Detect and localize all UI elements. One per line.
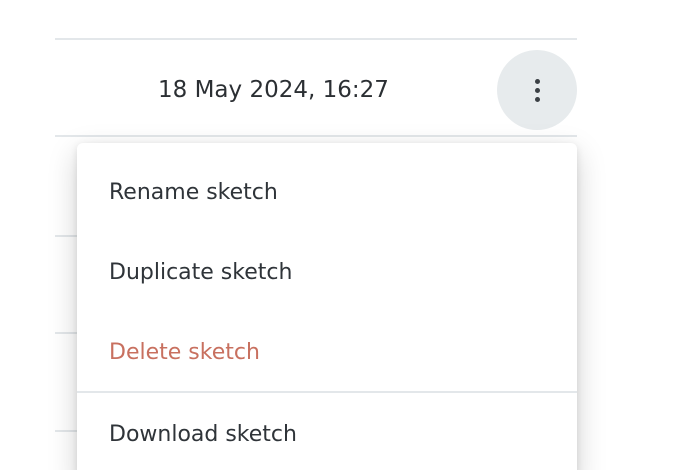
download-sketch-menu-item[interactable]: Download sketch <box>77 394 577 470</box>
row-menu-button[interactable] <box>497 50 577 130</box>
menu-divider <box>77 391 577 393</box>
duplicate-sketch-menu-item[interactable]: Duplicate sketch <box>77 232 577 312</box>
row-divider <box>55 135 577 137</box>
delete-sketch-menu-item[interactable]: Delete sketch <box>77 312 577 392</box>
sketch-context-menu: Rename sketch Duplicate sketch Delete sk… <box>77 143 577 470</box>
more-vertical-icon <box>534 78 540 102</box>
sketch-list-view: 18 May 2024, 16:27 Rename sketch Duplica… <box>0 0 680 470</box>
sketch-row-date: 18 May 2024, 16:27 <box>158 77 389 103</box>
row-divider <box>55 38 577 40</box>
rename-sketch-menu-item[interactable]: Rename sketch <box>77 152 577 232</box>
